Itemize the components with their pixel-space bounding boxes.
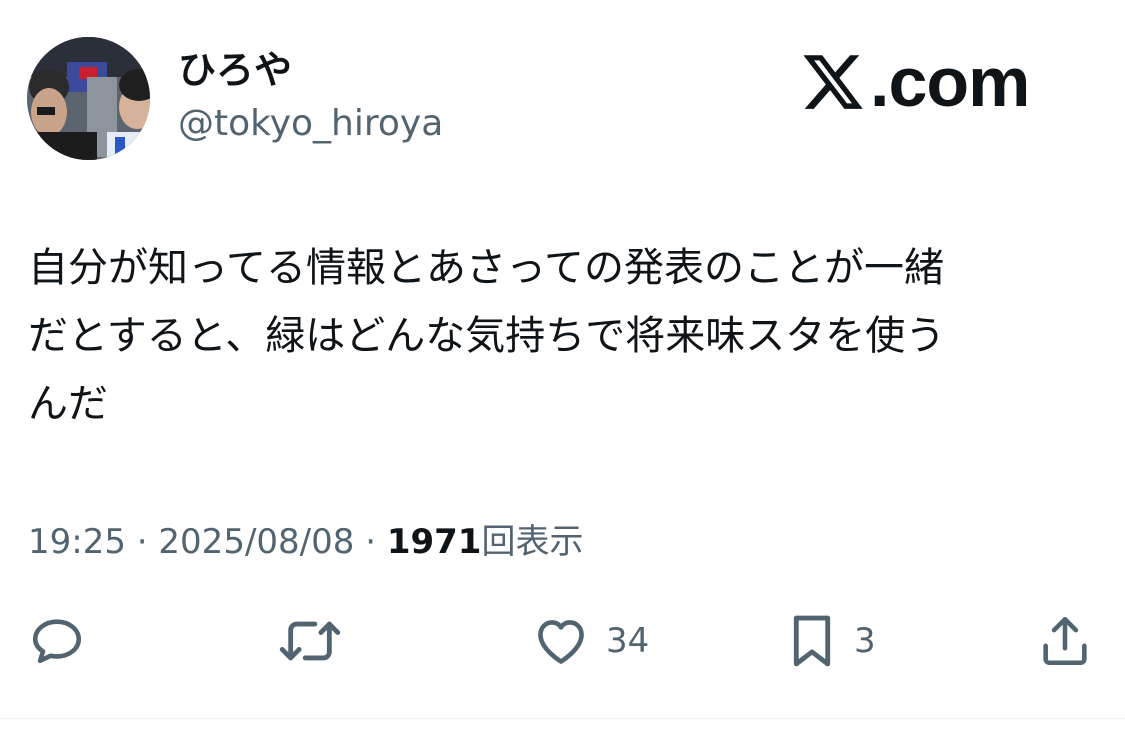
like-count: 34 bbox=[606, 621, 650, 661]
meta-separator: · bbox=[365, 522, 377, 562]
x-logo-icon bbox=[803, 55, 863, 109]
reply-button[interactable] bbox=[28, 612, 86, 670]
tweet-meta: 19:25 · 2025/08/08 · 1971回表示 bbox=[28, 518, 583, 566]
bookmark-button[interactable]: 3 bbox=[786, 612, 876, 670]
like-button[interactable]: 34 bbox=[532, 612, 649, 670]
meta-separator: · bbox=[136, 522, 148, 562]
views-label: 回表示 bbox=[481, 522, 584, 562]
reply-icon bbox=[32, 619, 82, 664]
tweet-date[interactable]: 2025/08/08 bbox=[158, 522, 354, 562]
bookmark-icon bbox=[793, 615, 831, 667]
bookmark-count: 3 bbox=[854, 621, 876, 661]
brand-text: .com bbox=[870, 43, 1030, 121]
tweet-time[interactable]: 19:25 bbox=[28, 522, 126, 562]
retweet-button[interactable] bbox=[276, 612, 344, 670]
user-handle[interactable]: @tokyo_hiroya bbox=[178, 102, 443, 146]
heart-icon bbox=[538, 620, 584, 664]
brand-logo: .com bbox=[800, 42, 1030, 122]
avatar[interactable] bbox=[27, 37, 150, 160]
avatar-photo bbox=[27, 37, 150, 160]
divider bbox=[0, 718, 1125, 719]
action-bar: 34 3 bbox=[0, 612, 1125, 670]
share-button[interactable] bbox=[1036, 612, 1094, 670]
tweet-text: 自分が知ってる情報とあさっての発表のことが一緒 だとすると、緑はどんな気持ちで将… bbox=[28, 245, 946, 427]
views-count: 1971 bbox=[386, 522, 482, 562]
retweet-icon bbox=[279, 621, 341, 661]
display-name[interactable]: ひろや bbox=[178, 46, 292, 94]
share-icon bbox=[1043, 616, 1087, 666]
